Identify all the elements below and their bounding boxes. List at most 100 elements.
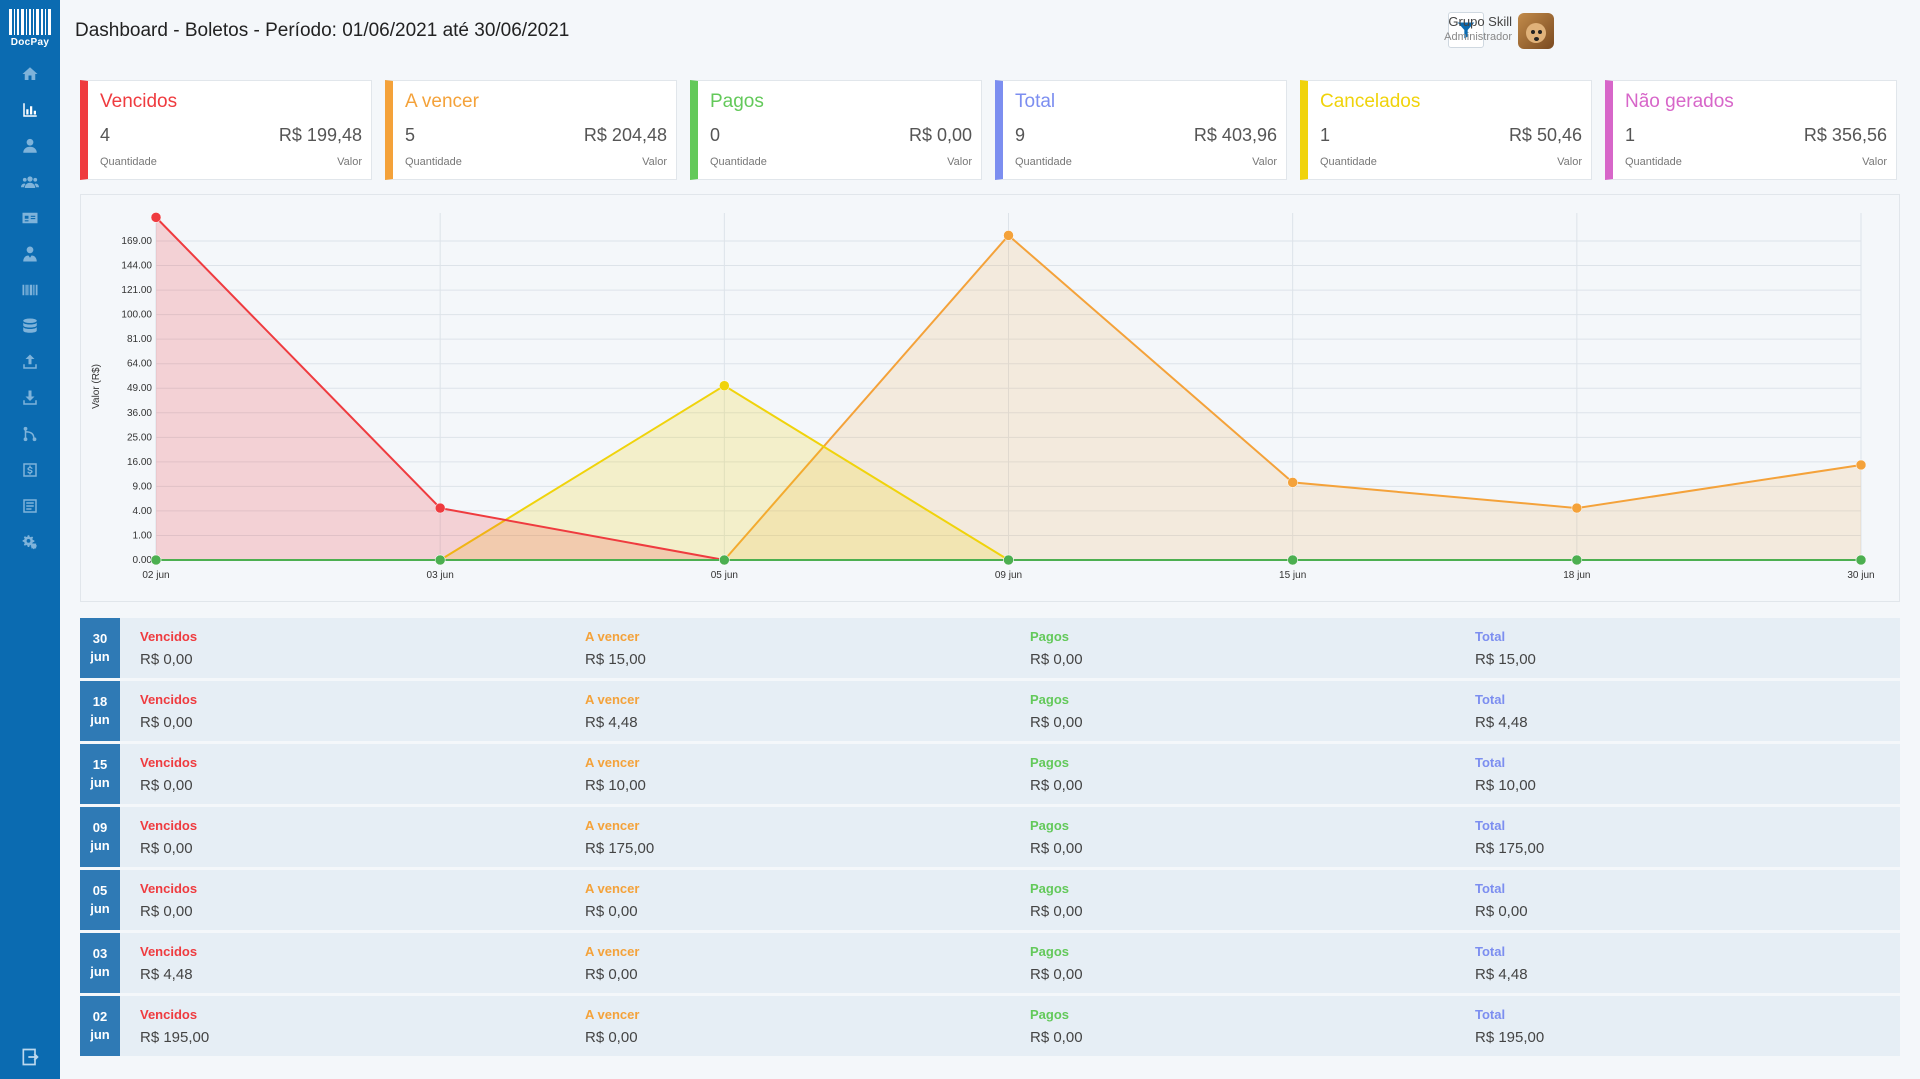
card-value-label: Valor xyxy=(1252,156,1277,168)
y-tick-label: 0.00 xyxy=(133,555,153,566)
col-vencidos: Vencidos R$ 0,00 xyxy=(120,744,565,804)
date-badge: 30 jun xyxy=(80,618,120,678)
col-a-vencer: A vencer R$ 4,48 xyxy=(565,681,1010,741)
col-label: Vencidos xyxy=(140,629,198,644)
col-value: R$ 0,00 xyxy=(585,966,638,983)
sidebar-item-download[interactable] xyxy=(16,389,44,407)
sidebar-item-dashboard[interactable] xyxy=(16,101,44,119)
card-value: R$ 403,96 xyxy=(1193,125,1277,145)
col-value: R$ 175,00 xyxy=(585,840,655,857)
sidebar-item-users[interactable] xyxy=(16,173,44,191)
logo-text: DocPay xyxy=(10,37,50,48)
card-value-label: Valor xyxy=(642,156,667,168)
code-branch-icon xyxy=(23,426,37,442)
col-label: Total xyxy=(1475,818,1506,833)
chart-container: 0.00 1.00 4.00 9.00 16.00 25.00 36.00 49.00 64.0… xyxy=(80,194,1900,602)
docpay-logo[interactable]: DocPay xyxy=(9,9,51,51)
y-tick-label: 9.00 xyxy=(133,481,153,492)
user-info[interactable]: Grupo Skill Administrador xyxy=(1444,14,1512,43)
barcode-logo-icon xyxy=(9,9,51,35)
date-day: 03 xyxy=(92,946,108,961)
sidebar-item-cards[interactable] xyxy=(16,209,44,227)
x-tick-label: 15 jun xyxy=(1279,570,1306,581)
col-a-vencer: A vencer R$ 15,00 xyxy=(565,618,1010,678)
card-pagos[interactable]: Pagos 0 R$ 0,00 Quantidade Valor xyxy=(690,80,982,180)
x-tick-label: 09 jun xyxy=(995,570,1022,581)
col-total: Total R$ 195,00 xyxy=(1455,996,1900,1056)
sidebar-item-upload[interactable] xyxy=(16,353,44,371)
card-title: A vencer xyxy=(405,91,479,112)
sidebar-item-home[interactable] xyxy=(16,65,44,83)
card-a-vencer[interactable]: A vencer 5 R$ 204,48 Quantidade Valor xyxy=(385,80,677,180)
col-pagos: Pagos R$ 0,00 xyxy=(1010,744,1455,804)
date-badge: 09 jun xyxy=(80,807,120,867)
logout-button[interactable] xyxy=(16,1047,44,1069)
col-value: R$ 0,00 xyxy=(140,903,193,920)
card-vencidos[interactable]: Vencidos 4 R$ 199,48 Quantidade Valor xyxy=(80,80,372,180)
y-tick-label: 4.00 xyxy=(133,506,153,517)
col-label: Total xyxy=(1475,944,1506,959)
col-a-vencer: A vencer R$ 175,00 xyxy=(565,807,1010,867)
col-label: Vencidos xyxy=(140,944,198,959)
day-row: 05 jun Vencidos R$ 0,00 A vencer R$ 0,00 Pagos… xyxy=(80,870,1900,930)
sidebar-item-finance[interactable] xyxy=(16,461,44,479)
col-label: Total xyxy=(1475,1007,1506,1022)
col-value: R$ 0,00 xyxy=(1475,903,1528,920)
sidebar-item-boletos[interactable] xyxy=(16,281,44,299)
card-title: Total xyxy=(1015,91,1056,112)
col-vencidos: Vencidos R$ 0,00 xyxy=(120,807,565,867)
day-row: 18 jun Vencidos R$ 0,00 A vencer R$ 4,48 Pagos… xyxy=(80,681,1900,741)
sidebar-item-user[interactable] xyxy=(16,137,44,155)
y-tick-label: 36.00 xyxy=(127,408,152,419)
card-quantity-label: Quantidade xyxy=(1625,156,1682,168)
data-point-vencidos xyxy=(434,502,446,514)
col-value: R$ 0,00 xyxy=(140,651,193,668)
cogs-icon xyxy=(22,535,37,550)
sidebar-item-settings[interactable] xyxy=(16,533,44,551)
col-label: Total xyxy=(1475,629,1506,644)
col-label: A vencer xyxy=(585,944,640,959)
y-tick-label: 64.00 xyxy=(127,359,152,370)
col-value: R$ 10,00 xyxy=(585,777,646,794)
upload-icon xyxy=(23,354,37,369)
user-name: Grupo Skill xyxy=(1448,14,1512,29)
col-pagos: Pagos R$ 0,00 xyxy=(1010,618,1455,678)
col-value: R$ 4,48 xyxy=(585,714,638,731)
col-value: R$ 0,00 xyxy=(1030,966,1083,983)
date-month: jun xyxy=(90,964,110,979)
card-total[interactable]: Total 9 R$ 403,96 Quantidade Valor xyxy=(995,80,1287,180)
col-value: R$ 0,00 xyxy=(1030,651,1083,668)
col-pagos: Pagos R$ 0,00 xyxy=(1010,933,1455,993)
sidebar-item-reports[interactable] xyxy=(16,497,44,515)
date-day: 09 xyxy=(92,820,108,835)
main-content: Vencidos 4 R$ 199,48 Quantidade Valor A … xyxy=(80,80,1900,1059)
col-label: Pagos xyxy=(1030,881,1070,896)
avatar[interactable] xyxy=(1518,13,1554,49)
col-pagos: Pagos R$ 0,00 xyxy=(1010,996,1455,1056)
card-value: R$ 0,00 xyxy=(908,125,972,145)
day-row: 30 jun Vencidos R$ 0,00 A vencer R$ 15,00 Pago… xyxy=(80,618,1900,678)
col-label: A vencer xyxy=(585,692,640,707)
sidebar-item-transfers[interactable] xyxy=(16,425,44,443)
date-badge: 05 jun xyxy=(80,870,120,930)
card-cancelados[interactable]: Cancelados 1 R$ 50,46 Quantidade Valor xyxy=(1300,80,1592,180)
card-value-label: Valor xyxy=(1862,156,1887,168)
sidebar-item-managers[interactable] xyxy=(16,245,44,263)
card-quantity: 1 xyxy=(1625,125,1636,145)
data-point-a-vencer xyxy=(1571,502,1583,514)
day-row: 02 jun Vencidos R$ 195,00 A vencer R$ 0,00 Pag… xyxy=(80,996,1900,1056)
date-day: 05 xyxy=(92,883,108,898)
data-point-pagos xyxy=(1287,554,1298,566)
card-quantity-label: Quantidade xyxy=(1015,156,1072,168)
col-vencidos: Vencidos R$ 0,00 xyxy=(120,681,565,741)
col-total: Total R$ 15,00 xyxy=(1455,618,1900,678)
col-value: R$ 4,48 xyxy=(1475,966,1528,983)
col-value: R$ 175,00 xyxy=(1475,840,1545,857)
card-nao-gerados[interactable]: Não gerados 1 R$ 356,56 Quantidade Valor xyxy=(1605,80,1897,180)
col-value: R$ 15,00 xyxy=(585,651,646,668)
col-label: Pagos xyxy=(1030,692,1070,707)
card-quantity-label: Quantidade xyxy=(1320,156,1377,168)
col-value: R$ 4,48 xyxy=(1475,714,1528,731)
sidebar-item-database[interactable] xyxy=(16,317,44,335)
dollar-icon xyxy=(23,463,37,477)
